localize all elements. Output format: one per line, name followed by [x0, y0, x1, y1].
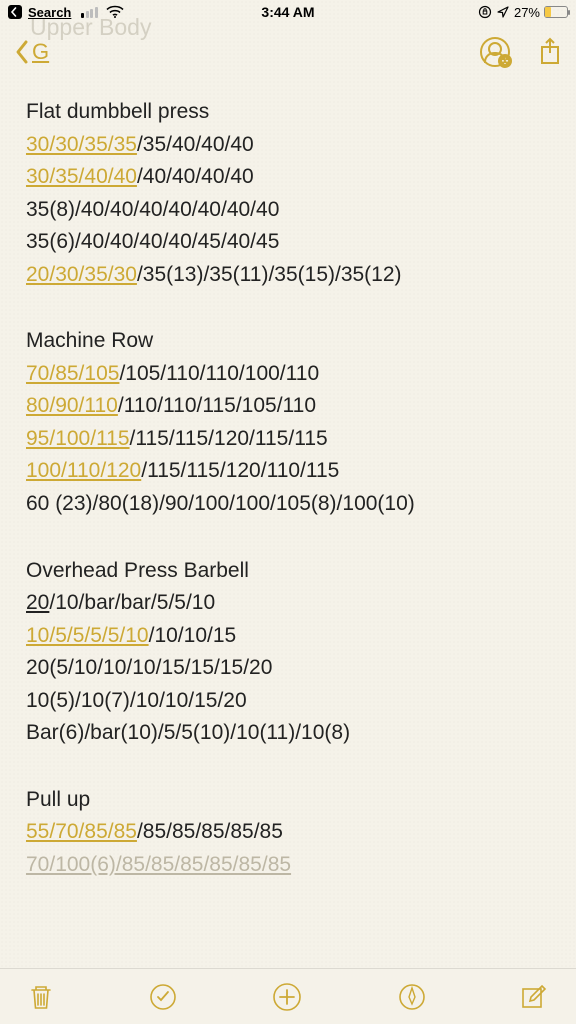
checklist-button[interactable]	[148, 982, 178, 1012]
log-row: 55/70/85/85/85/85/85/85/85	[26, 816, 550, 849]
text-segment: /105/110/110/100/110	[119, 362, 319, 385]
text-segment: 10(5)/10(7)/10/10/15/20	[26, 689, 247, 712]
text-segment: /85/85/85/85/85	[137, 820, 283, 843]
compose-button[interactable]	[520, 983, 548, 1011]
log-row: 20/10/bar/bar/5/5/10	[26, 587, 550, 620]
log-row: 20/30/35/30/35(13)/35(11)/35(15)/35(12)	[26, 259, 550, 292]
section-0: Flat dumbbell press30/30/35/35/35/40/40/…	[26, 96, 550, 291]
status-time: 3:44 AM	[261, 4, 314, 20]
linked-segment[interactable]: 70/85/105	[26, 362, 119, 385]
text-segment: /115/115/120/115/115	[130, 427, 328, 450]
linked-segment[interactable]: 70/100(6)/85/85/85/85/85/85	[26, 853, 291, 876]
draw-button[interactable]	[397, 982, 427, 1012]
new-note-plus-button[interactable]	[271, 981, 303, 1013]
linked-segment[interactable]: 100/110/120	[26, 459, 141, 482]
collaborate-button[interactable]: +	[480, 37, 510, 67]
status-right: 27%	[478, 5, 568, 20]
note-body[interactable]: Flat dumbbell press30/30/35/35/35/40/40/…	[0, 84, 576, 968]
linked-segment[interactable]: 30/30/35/35	[26, 133, 137, 156]
section-1: Machine Row70/85/105/105/110/110/100/110…	[26, 325, 550, 520]
orientation-lock-icon	[478, 5, 492, 19]
log-row: 95/100/115/115/115/120/115/115	[26, 423, 550, 456]
linked-segment[interactable]: 30/35/40/40	[26, 165, 137, 188]
log-row: 100/110/120/115/115/120/110/115	[26, 455, 550, 488]
text-segment: Bar(6)/bar(10)/5/5(10)/10(11)/10(8)	[26, 721, 350, 744]
text-segment: /110/110/115/105/110	[118, 394, 316, 417]
log-row: 30/35/40/40/40/40/40/40	[26, 161, 550, 194]
text-segment: 60 (23)/80(18)/90/100/100/105(8)/100(10)	[26, 492, 415, 515]
text-segment: 35(8)/40/40/40/40/40/40/40	[26, 198, 279, 221]
text-segment: /115/115/120/110/115	[141, 459, 339, 482]
section-title: Flat dumbbell press	[26, 96, 550, 129]
linked-segment[interactable]: 55/70/85/85	[26, 820, 137, 843]
log-row: 20(5/10/10/10/15/15/15/20	[26, 652, 550, 685]
share-button[interactable]	[538, 37, 562, 67]
log-row: 70/100(6)/85/85/85/85/85/85	[26, 849, 550, 882]
text-segment: 35(6)/40/40/40/40/45/40/45	[26, 230, 279, 253]
back-button[interactable]: G	[14, 39, 49, 65]
text-segment: /35(13)/35(11)/35(15)/35(12)	[137, 263, 402, 286]
folder-title-ghost: Upper Body	[30, 14, 151, 41]
linked-segment[interactable]: 20/30/35/30	[26, 263, 137, 286]
section-title: Overhead Press Barbell	[26, 555, 550, 588]
text-segment: /10/bar/bar/5/5/10	[49, 591, 215, 614]
delete-button[interactable]	[28, 982, 54, 1012]
log-row: 10(5)/10(7)/10/10/15/20	[26, 685, 550, 718]
log-row: 80/90/110/110/110/115/105/110	[26, 390, 550, 423]
battery-percent: 27%	[514, 5, 540, 20]
location-icon	[496, 5, 510, 19]
log-row: 60 (23)/80(18)/90/100/100/105(8)/100(10)	[26, 488, 550, 521]
text-segment: 20	[26, 591, 49, 614]
section-2: Overhead Press Barbell20/10/bar/bar/5/5/…	[26, 555, 550, 750]
linked-segment[interactable]: 80/90/110	[26, 394, 118, 417]
nav-bar: Upper Body G +	[0, 24, 576, 80]
linked-segment[interactable]: 10/5/5/5/5/10	[26, 624, 149, 647]
text-segment: 20(5/10/10/10/15/15/15/20	[26, 656, 272, 679]
back-to-app-icon[interactable]	[8, 5, 22, 19]
text-segment: /35/40/40/40	[137, 133, 254, 156]
back-button-label: G	[32, 39, 49, 65]
log-row: 35(6)/40/40/40/40/45/40/45	[26, 226, 550, 259]
section-3: Pull up55/70/85/85/85/85/85/85/8570/100(…	[26, 784, 550, 882]
section-title: Machine Row	[26, 325, 550, 358]
log-row: Bar(6)/bar(10)/5/5(10)/10(11)/10(8)	[26, 717, 550, 750]
section-title: Pull up	[26, 784, 550, 817]
log-row: 70/85/105/105/110/110/100/110	[26, 358, 550, 391]
text-segment: /10/10/15	[149, 624, 237, 647]
plus-badge-icon: +	[498, 54, 512, 68]
log-row: 10/5/5/5/5/10/10/10/15	[26, 620, 550, 653]
log-row: 35(8)/40/40/40/40/40/40/40	[26, 194, 550, 227]
log-row: 30/30/35/35/35/40/40/40	[26, 129, 550, 162]
battery-icon	[544, 6, 568, 18]
text-segment: /40/40/40/40	[137, 165, 254, 188]
bottom-toolbar	[0, 968, 576, 1024]
linked-segment[interactable]: 95/100/115	[26, 427, 130, 450]
